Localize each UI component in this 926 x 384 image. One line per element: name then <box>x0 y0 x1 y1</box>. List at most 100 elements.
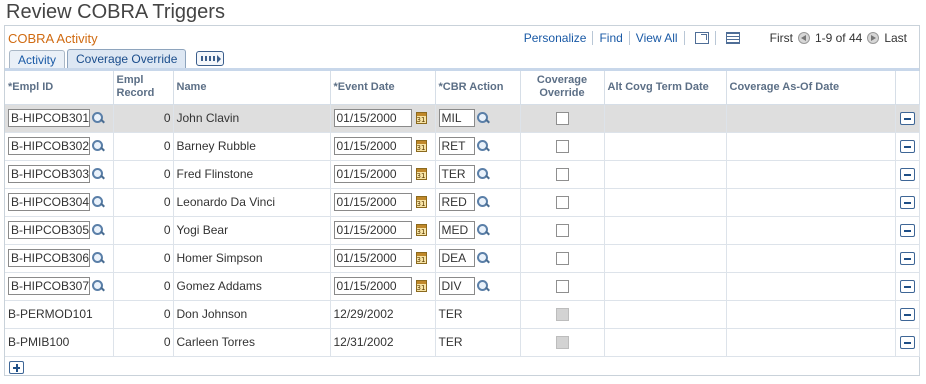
cbr-action-cell: MIL <box>435 104 521 133</box>
event-date-cell: 01/15/2000 <box>330 216 436 245</box>
delete-cell <box>895 104 920 133</box>
coverage-override-cell <box>520 160 605 189</box>
coverage-override-checkbox[interactable] <box>555 112 569 126</box>
calendar-icon[interactable] <box>415 252 427 264</box>
event-date-input[interactable]: 01/15/2000 <box>333 165 412 183</box>
coverage-override-checkbox[interactable] <box>555 168 569 182</box>
cbr-action-cell: TER <box>435 328 521 357</box>
cbr-action-input[interactable]: RED <box>438 193 475 211</box>
event-date-input[interactable]: 01/15/2000 <box>333 109 412 127</box>
calendar-icon[interactable] <box>415 224 427 236</box>
table-header-row: *Empl ID Empl Record Name *Event Date *C… <box>5 71 920 105</box>
coverage-override-checkbox[interactable] <box>555 252 569 266</box>
empl-id-input[interactable]: B-HIPCOB304 <box>8 193 90 211</box>
event-date-input[interactable]: 01/15/2000 <box>333 277 412 295</box>
lookup-icon[interactable] <box>91 111 105 125</box>
coverage-override-checkbox[interactable] <box>555 196 569 210</box>
table-row: B-HIPCOB306 0Homer Simpson01/15/2000 DEA <box>5 244 920 273</box>
event-date-input[interactable]: 01/15/2000 <box>333 193 412 211</box>
row-range: 1-9 of 44 <box>814 31 863 45</box>
empl-id-input[interactable]: B-HIPCOB301 <box>8 109 90 127</box>
lookup-icon[interactable] <box>476 279 490 293</box>
col-empl-id[interactable]: *Empl ID <box>5 71 114 105</box>
alt-covg-term-date-cell <box>604 188 727 217</box>
cbr-action-input[interactable]: MIL <box>438 109 475 127</box>
event-date-cell: 01/15/2000 <box>330 188 436 217</box>
nav-divider <box>628 31 630 45</box>
calendar-icon[interactable] <box>415 140 427 152</box>
col-name[interactable]: Name <box>173 71 331 105</box>
coverage-override-cell <box>520 272 605 301</box>
cbr-action-input[interactable]: MED <box>438 221 475 239</box>
calendar-icon[interactable] <box>415 168 427 180</box>
cbr-action-cell: DEA <box>435 244 521 273</box>
show-all-columns-icon[interactable] <box>196 51 225 66</box>
new-window-icon[interactable] <box>694 32 709 44</box>
col-event-date[interactable]: *Event Date <box>330 71 436 105</box>
lookup-icon[interactable] <box>476 111 490 125</box>
lookup-icon[interactable] <box>476 251 490 265</box>
coverage-override-checkbox[interactable] <box>555 280 569 294</box>
lookup-icon[interactable] <box>91 223 105 237</box>
col-coverage-override[interactable]: Coverage Override <box>520 71 605 105</box>
tab-activity[interactable]: Activity <box>9 50 66 69</box>
calendar-icon[interactable] <box>415 112 427 124</box>
event-date-input[interactable]: 01/15/2000 <box>333 221 412 239</box>
lookup-icon[interactable] <box>91 251 105 265</box>
lookup-icon[interactable] <box>476 223 490 237</box>
coverage-override-cell <box>520 188 605 217</box>
delete-row-button[interactable] <box>899 168 915 182</box>
lookup-icon[interactable] <box>476 167 490 181</box>
delete-row-button[interactable] <box>899 196 915 210</box>
delete-row-button[interactable] <box>899 280 915 294</box>
cbr-action-input[interactable]: DIV <box>438 277 475 295</box>
empl-id-input[interactable]: B-HIPCOB303 <box>8 165 90 183</box>
personalize-link[interactable]: Personalize <box>524 31 587 45</box>
delete-row-button[interactable] <box>899 140 915 154</box>
cbr-action-input[interactable]: DEA <box>438 249 475 267</box>
lookup-icon[interactable] <box>91 279 105 293</box>
delete-row-button[interactable] <box>899 224 915 238</box>
empl-id-input[interactable]: B-HIPCOB302 <box>8 137 90 155</box>
calendar-icon[interactable] <box>415 280 427 292</box>
coverage-as-of-date-cell <box>726 160 896 189</box>
nav-divider <box>714 31 716 45</box>
coverage-override-checkbox[interactable] <box>555 224 569 238</box>
col-cbr-action[interactable]: *CBR Action <box>435 71 521 105</box>
event-date-input[interactable]: 01/15/2000 <box>333 137 412 155</box>
download-grid-icon[interactable] <box>725 32 740 44</box>
previous-row-icon[interactable] <box>797 32 810 44</box>
coverage-override-cell <box>520 300 605 329</box>
name-cell: John Clavin <box>173 104 331 133</box>
event-date-input[interactable]: 01/15/2000 <box>333 249 412 267</box>
coverage-override-checkbox[interactable] <box>555 140 569 154</box>
delete-row-button[interactable] <box>899 112 915 126</box>
col-alt-covg-term-date[interactable]: Alt Covg Term Date <box>604 71 727 105</box>
add-row-button[interactable] <box>9 361 24 374</box>
tab-coverage-override[interactable]: Coverage Override <box>67 49 187 69</box>
empl-id-input[interactable]: B-HIPCOB306 <box>8 249 90 267</box>
empl-id-input[interactable]: B-HIPCOB305 <box>8 221 90 239</box>
delete-row-button[interactable] <box>899 252 915 266</box>
col-empl-record[interactable]: Empl Record <box>113 71 174 105</box>
next-row-icon[interactable] <box>867 32 880 44</box>
name-cell: Don Johnson <box>173 300 331 329</box>
calendar-icon[interactable] <box>415 196 427 208</box>
empl-record-cell: 0 <box>113 272 174 301</box>
lookup-icon[interactable] <box>91 139 105 153</box>
empl-id-input[interactable]: B-HIPCOB307 <box>8 277 90 295</box>
lookup-icon[interactable] <box>91 195 105 209</box>
view-all-link[interactable]: View All <box>636 31 678 45</box>
col-coverage-as-of-date[interactable]: Coverage As-Of Date <box>726 71 896 105</box>
cbr-action-input[interactable]: TER <box>438 165 475 183</box>
delete-row-button[interactable] <box>899 308 915 322</box>
lookup-icon[interactable] <box>476 195 490 209</box>
event-date-cell: 01/15/2000 <box>330 132 436 161</box>
cbr-action-input[interactable]: RET <box>438 137 475 155</box>
delete-cell <box>895 216 920 245</box>
lookup-icon[interactable] <box>91 167 105 181</box>
find-link[interactable]: Find <box>599 31 622 45</box>
delete-row-button[interactable] <box>899 336 915 350</box>
lookup-icon[interactable] <box>476 139 490 153</box>
empl-record-cell: 0 <box>113 188 174 217</box>
